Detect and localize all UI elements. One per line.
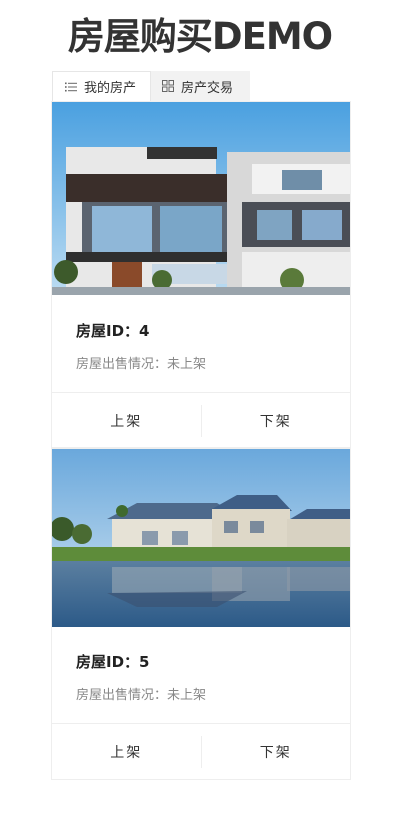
- sale-status: 房屋出售情况：未上架: [76, 688, 207, 703]
- house-card: 房屋ID：5 房屋出售情况：未上架 上架 下架: [51, 448, 351, 780]
- tab-house-trade[interactable]: 房产交易: [151, 71, 250, 101]
- tab-bar: 我的房产 房产交易: [52, 71, 250, 101]
- unlist-button[interactable]: 下架: [202, 736, 351, 768]
- house-info: 房屋ID：4 房屋出售情况：未上架: [52, 295, 350, 392]
- tab-my-houses[interactable]: 我的房产: [52, 71, 151, 101]
- house-card: 房屋ID：4 房屋出售情况：未上架 上架 下架: [51, 101, 351, 448]
- house-photo: [52, 102, 350, 295]
- house-id: 房屋ID：5: [76, 653, 150, 671]
- list-for-sale-button[interactable]: 上架: [52, 405, 201, 437]
- list-icon: [65, 81, 77, 93]
- page-title: 房屋购买DEMO: [67, 15, 333, 58]
- tab-label: 房产交易: [181, 80, 234, 96]
- tab-label: 我的房产: [84, 81, 137, 96]
- house-info: 房屋ID：5 房屋出售情况：未上架: [52, 627, 350, 723]
- unlist-button[interactable]: 下架: [202, 405, 351, 437]
- grid-icon: [162, 80, 174, 92]
- house-photo: [52, 449, 350, 627]
- house-id: 房屋ID：4: [76, 322, 150, 340]
- list-for-sale-button[interactable]: 上架: [52, 736, 201, 768]
- card-actions: 上架 下架: [52, 393, 350, 449]
- card-actions: 上架 下架: [52, 724, 350, 780]
- sale-status: 房屋出售情况：未上架: [76, 357, 207, 372]
